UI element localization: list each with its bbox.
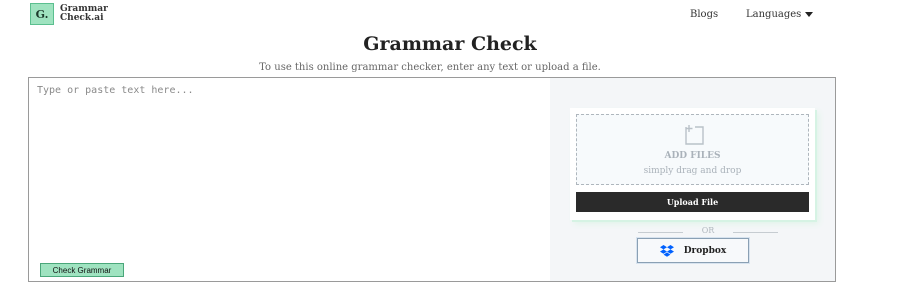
logo[interactable]: G. Grammar Check.ai <box>30 3 108 25</box>
editor-container: Check Grammar ADD FILES simply drag and … <box>28 77 836 282</box>
page-title: Grammar Check <box>363 33 537 55</box>
dropbox-icon <box>659 244 674 257</box>
drag-drop-label: simply drag and drop <box>643 166 742 176</box>
nav-languages-dropdown[interactable]: Languages <box>746 9 814 20</box>
page-subtitle: To use this online grammar checker, ente… <box>259 62 601 73</box>
or-label: OR <box>701 226 715 235</box>
dropbox-button[interactable]: Dropbox <box>637 238 749 263</box>
add-files-label: ADD FILES <box>664 151 721 161</box>
upload-panel: ADD FILES simply drag and drop Upload Fi… <box>550 78 835 281</box>
nav-languages-label: Languages <box>746 9 802 20</box>
text-input[interactable] <box>29 78 544 278</box>
or-line-right <box>733 232 778 233</box>
logo-text: Grammar Check.ai <box>60 5 108 23</box>
nav-blogs-link[interactable]: Blogs <box>690 9 718 20</box>
file-plus-icon <box>685 125 704 145</box>
file-dropzone[interactable]: ADD FILES simply drag and drop <box>576 114 809 185</box>
check-grammar-button[interactable]: Check Grammar <box>40 263 124 277</box>
caret-down-icon <box>805 12 814 17</box>
upload-card: ADD FILES simply drag and drop Upload Fi… <box>570 108 815 220</box>
or-divider: OR <box>638 226 778 238</box>
upload-file-button[interactable]: Upload File <box>576 192 809 212</box>
dropbox-label: Dropbox <box>683 245 727 256</box>
logo-mark: G. <box>30 3 54 25</box>
logo-text-line2: Check.ai <box>60 13 104 23</box>
